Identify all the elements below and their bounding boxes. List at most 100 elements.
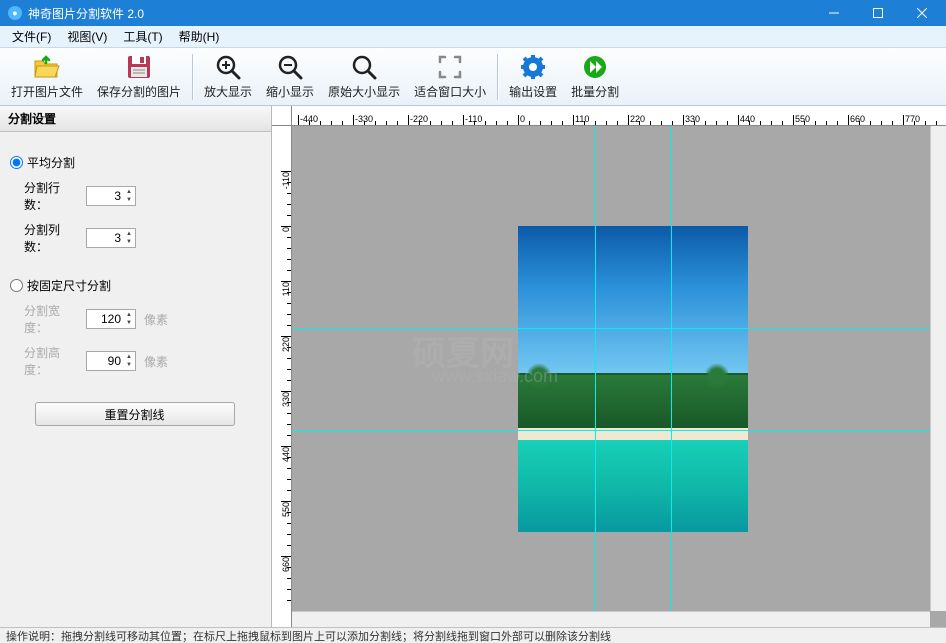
width-up[interactable]: ▲ [125,311,133,319]
menu-file[interactable]: 文件(F) [4,25,59,48]
mode-fixed-label: 按固定尺寸分割 [27,277,111,294]
output-settings-button[interactable]: 输出设置 [502,50,564,104]
zoom-in-icon [214,53,242,81]
ruler-tick: -330 [353,115,354,125]
cols-spinner[interactable]: ▲▼ [86,228,136,248]
width-spinner[interactable]: ▲▼ [86,309,136,329]
window-title: 神奇图片分割软件 2.0 [28,5,812,22]
ruler-tick: 110 [281,281,291,282]
height-input[interactable] [87,354,125,368]
width-input[interactable] [87,312,125,326]
height-spinner[interactable]: ▲▼ [86,351,136,371]
width-unit: 像素 [144,311,168,328]
app-icon: ● [8,6,22,20]
watermark-text: 硕夏网 [412,326,514,375]
statusbar: 操作说明：拖拽分割线可移动其位置；在标尺上拖拽鼠标到图片上可以添加分割线；将分割… [0,627,946,643]
canvas[interactable]: 硕夏网 www.sxiaw.com [292,126,946,627]
ruler-tick: 0 [281,226,291,227]
cols-down[interactable]: ▼ [125,238,133,246]
statusbar-text: 操作说明：拖拽分割线可移动其位置；在标尺上拖拽鼠标到图片上可以添加分割线；将分割… [6,628,611,643]
mode-average-input[interactable] [10,156,23,169]
maximize-icon [873,8,883,18]
scrollbar-vertical[interactable] [930,126,946,611]
mode-fixed-radio[interactable]: 按固定尺寸分割 [10,277,259,294]
scrollbar-horizontal[interactable] [292,611,930,627]
ruler-tick: -220 [408,115,409,125]
open-file-label: 打开图片文件 [11,83,83,100]
ruler-tick: 110 [573,115,574,125]
folder-open-icon [33,53,61,81]
height-label: 分割高度： [24,344,78,378]
save-icon [125,53,153,81]
rows-spinner[interactable]: ▲▼ [86,186,136,206]
ruler-horizontal[interactable]: -440-330-220-110011022033044055066077088… [292,106,946,126]
cols-up[interactable]: ▲ [125,230,133,238]
actual-size-label: 原始大小显示 [328,83,400,100]
ruler-corner [272,106,292,126]
titlebar: ● 神奇图片分割软件 2.0 [0,0,946,26]
ruler-tick: 440 [738,115,739,125]
maximize-button[interactable] [856,0,900,26]
ruler-tick: 220 [281,336,291,337]
zoom-out-button[interactable]: 缩小显示 [259,50,321,104]
rows-row: 分割行数： ▲▼ [24,179,259,213]
mode-average-radio[interactable]: 平均分割 [10,154,259,171]
rows-input[interactable] [87,189,125,203]
toolbar-separator [192,54,193,100]
ruler-tick: -110 [281,171,291,172]
zoom-out-icon [276,53,304,81]
height-unit: 像素 [144,353,168,370]
open-file-button[interactable]: 打开图片文件 [4,50,90,104]
gear-icon [519,53,547,81]
ruler-tick: 550 [281,501,291,502]
actual-size-icon [350,53,378,81]
image-sea [518,440,748,532]
image-beach [518,428,748,440]
ruler-vertical[interactable]: -110 0 110 220 330 440 550 660 [272,126,292,627]
toolbar: 打开图片文件 保存分割的图片 放大显示 缩小显示 原始大小显示 适合窗口大小 [0,48,946,106]
ruler-tick: 330 [683,115,684,125]
height-up[interactable]: ▲ [125,353,133,361]
cols-input[interactable] [87,231,125,245]
mode-fixed-input[interactable] [10,279,23,292]
rows-down[interactable]: ▼ [125,196,133,204]
ruler-tick: 770 [903,115,904,125]
rows-label: 分割行数： [24,179,78,213]
minimize-button[interactable] [812,0,856,26]
menu-view[interactable]: 视图(V) [59,25,115,48]
ruler-tick: 220 [628,115,629,125]
height-down[interactable]: ▼ [125,361,133,369]
image-preview[interactable] [518,226,748,532]
image-sky [518,226,748,373]
batch-split-button[interactable]: 批量分割 [564,50,626,104]
save-label: 保存分割的图片 [97,83,181,100]
batch-split-label: 批量分割 [571,83,619,100]
mode-average-label: 平均分割 [27,154,75,171]
zoom-out-label: 缩小显示 [266,83,314,100]
fit-window-label: 适合窗口大小 [414,83,486,100]
ruler-tick: 660 [281,556,291,557]
fit-window-button[interactable]: 适合窗口大小 [407,50,493,104]
ruler-tick: 440 [281,446,291,447]
reset-button[interactable]: 重置分割线 [35,402,235,426]
menubar: 文件(F) 视图(V) 工具(T) 帮助(H) [0,26,946,48]
zoom-in-label: 放大显示 [204,83,252,100]
width-row: 分割宽度： ▲▼ 像素 [24,302,259,336]
batch-icon [581,53,609,81]
zoom-in-button[interactable]: 放大显示 [197,50,259,104]
canvas-area: -440-330-220-110011022033044055066077088… [272,106,946,627]
close-button[interactable] [900,0,944,26]
menu-tools[interactable]: 工具(T) [115,25,170,48]
actual-size-button[interactable]: 原始大小显示 [321,50,407,104]
main: 分割设置 平均分割 分割行数： ▲▼ 分割列数： ▲▼ [0,106,946,627]
image-trees [518,373,748,428]
sidebar-body: 平均分割 分割行数： ▲▼ 分割列数： ▲▼ 按固定尺寸分割 [0,132,271,436]
ruler-tick: 330 [281,391,291,392]
toolbar-separator [497,54,498,100]
save-button[interactable]: 保存分割的图片 [90,50,188,104]
menu-help[interactable]: 帮助(H) [171,25,228,48]
cols-row: 分割列数： ▲▼ [24,221,259,255]
rows-up[interactable]: ▲ [125,188,133,196]
width-down[interactable]: ▼ [125,319,133,327]
ruler-tick: 660 [848,115,849,125]
